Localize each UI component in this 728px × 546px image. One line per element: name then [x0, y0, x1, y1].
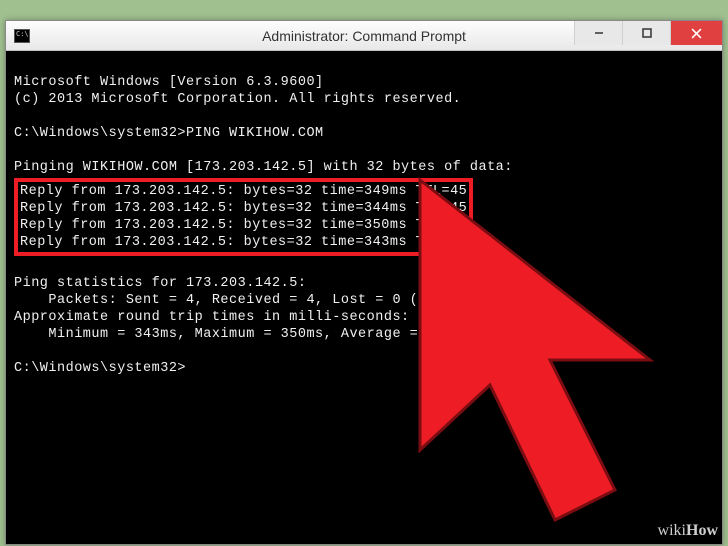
reply-line: Reply from 173.203.142.5: bytes=32 time=… [20, 201, 467, 216]
titlebar[interactable]: C:\ Administrator: Command Prompt [6, 21, 722, 51]
highlighted-replies: Reply from 173.203.142.5: bytes=32 time=… [14, 178, 473, 256]
maximize-button[interactable] [622, 21, 670, 45]
prompt-line: C:\Windows\system32>PING WIKIHOW.COM [14, 126, 324, 141]
terminal-output[interactable]: Microsoft Windows [Version 6.3.9600] (c)… [6, 51, 722, 383]
cmd-icon: C:\ [14, 29, 30, 43]
window-title: Administrator: Command Prompt [262, 28, 466, 44]
wikihow-watermark: wikiHow [658, 522, 718, 540]
output-line: Pinging WIKIHOW.COM [173.203.142.5] with… [14, 160, 513, 175]
command-prompt-window: C:\ Administrator: Command Prompt Micros… [5, 20, 723, 545]
stats-line: Ping statistics for 173.203.142.5: [14, 276, 306, 291]
reply-line: Reply from 173.203.142.5: bytes=32 time=… [20, 184, 467, 199]
stats-line: Approximate round trip times in milli-se… [14, 310, 410, 325]
reply-line: Reply from 173.203.142.5: bytes=32 time=… [20, 235, 467, 250]
window-controls [574, 21, 722, 45]
stats-line: Minimum = 343ms, Maximum = 350ms, Averag… [14, 327, 470, 342]
stats-line: Packets: Sent = 4, Received = 4, Lost = … [14, 293, 496, 308]
close-button[interactable] [670, 21, 722, 45]
output-line: Microsoft Windows [Version 6.3.9600] [14, 75, 324, 90]
prompt-line: C:\Windows\system32> [14, 361, 186, 376]
minimize-button[interactable] [574, 21, 622, 45]
output-line: (c) 2013 Microsoft Corporation. All righ… [14, 92, 461, 107]
reply-line: Reply from 173.203.142.5: bytes=32 time=… [20, 218, 467, 233]
